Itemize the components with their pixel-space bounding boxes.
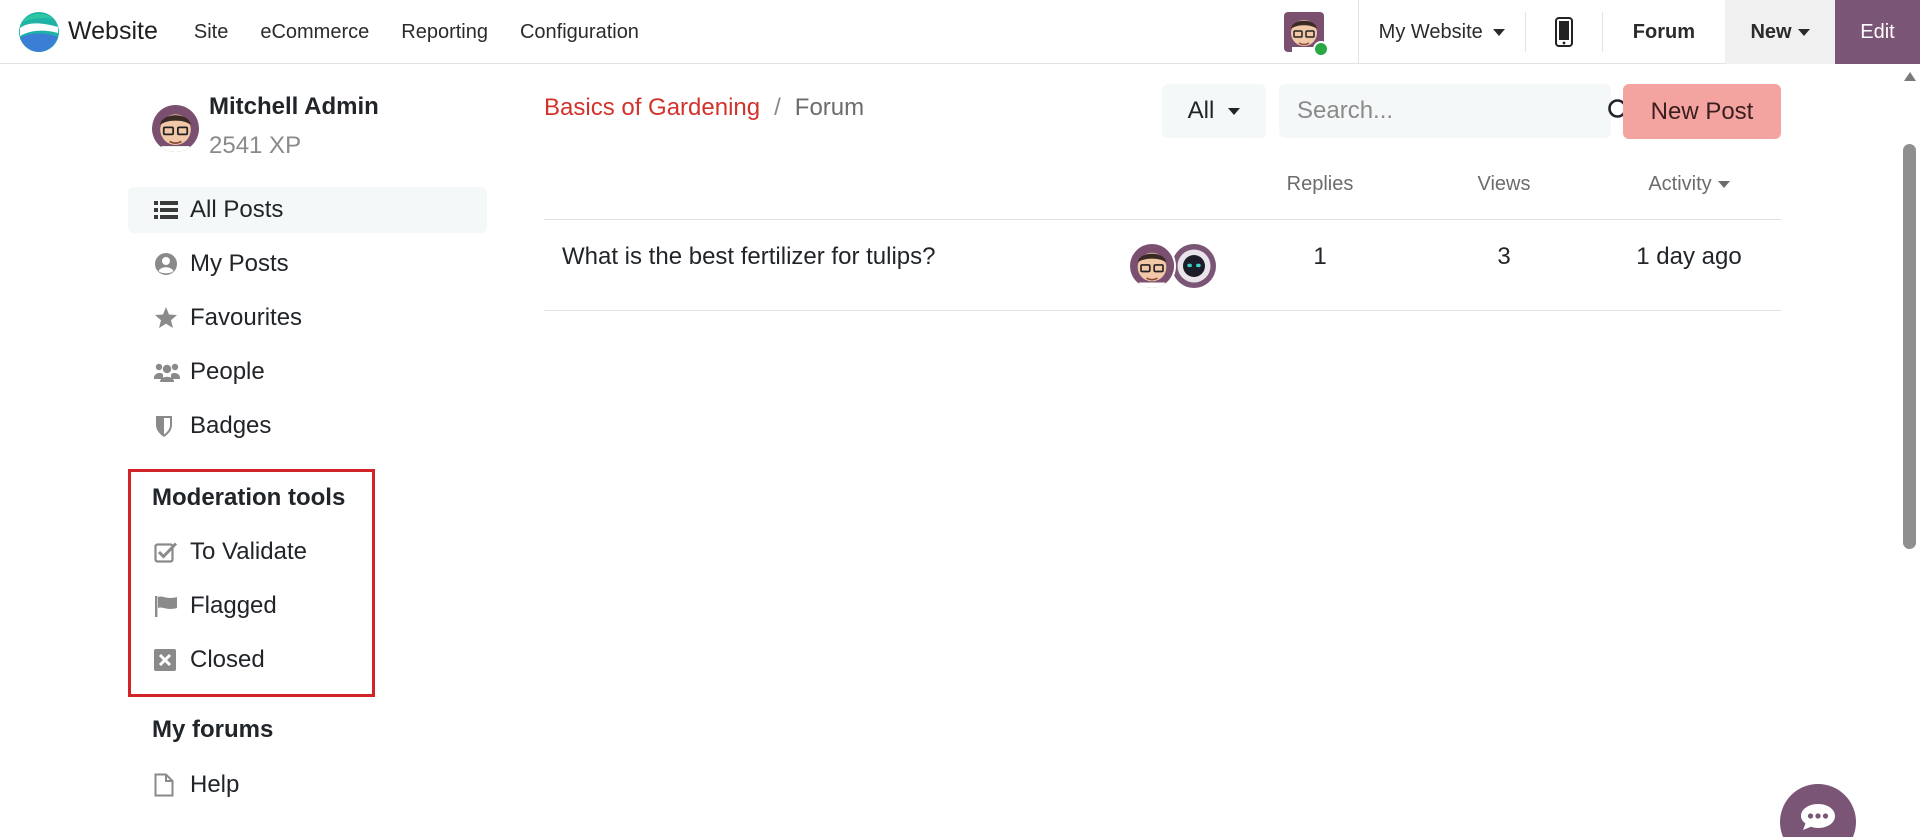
sidebar-item-my-posts[interactable]: My Posts xyxy=(128,241,487,287)
sidebar-item-badges[interactable]: Badges xyxy=(128,403,487,449)
list-icon xyxy=(154,197,180,223)
avatar xyxy=(1128,242,1176,290)
sidebar-item-closed[interactable]: Closed xyxy=(128,637,368,683)
website-selector-label: My Website xyxy=(1378,20,1483,43)
post-last-activity: 1 day ago xyxy=(1636,243,1742,270)
menu-reporting[interactable]: Reporting xyxy=(385,0,504,64)
user-name[interactable]: Mitchell Admin xyxy=(209,90,379,124)
shield-icon xyxy=(154,413,180,439)
column-header-views: Views xyxy=(1477,173,1531,195)
sidebar-item-forum-help[interactable]: Help xyxy=(128,762,487,808)
search-box xyxy=(1279,84,1633,138)
check-square-icon xyxy=(154,539,180,565)
sidebar-item-label: Closed xyxy=(190,646,265,673)
sidebar-item-label: All Posts xyxy=(190,196,284,223)
menu-site[interactable]: Site xyxy=(178,0,244,64)
website-logo-icon xyxy=(19,11,59,52)
website-selector[interactable]: My Website xyxy=(1359,0,1525,64)
sidebar-item-label: My Posts xyxy=(190,250,289,277)
post-replies-count: 1 xyxy=(1313,243,1327,270)
page-scrollbar[interactable] xyxy=(1900,64,1920,837)
moderation-tools-heading: Moderation tools xyxy=(152,484,346,511)
users-icon xyxy=(154,359,180,385)
sidebar-item-to-validate[interactable]: To Validate xyxy=(128,529,368,575)
brand[interactable]: Website xyxy=(18,0,178,64)
sidebar-item-favourites[interactable]: Favourites xyxy=(128,295,487,341)
column-header-replies: Replies xyxy=(1286,173,1354,195)
breadcrumb-parent-link[interactable]: Basics of Gardening xyxy=(544,94,760,122)
sidebar-item-people[interactable]: People xyxy=(128,349,487,395)
avatar xyxy=(1170,242,1218,290)
user-avatar-icon xyxy=(1130,244,1174,288)
top-navbar: Website Site eCommerce Reporting Configu… xyxy=(0,0,1920,64)
avatar xyxy=(152,105,199,152)
caret-down-icon xyxy=(1492,28,1505,36)
online-status-dot xyxy=(1312,41,1329,57)
menu-configuration[interactable]: Configuration xyxy=(504,0,655,64)
bot-avatar-icon xyxy=(1172,244,1216,288)
star-icon xyxy=(154,305,180,331)
new-post-button[interactable]: New Post xyxy=(1623,84,1781,139)
livechat-button[interactable] xyxy=(1780,784,1856,837)
mobile-preview-button[interactable] xyxy=(1526,0,1602,64)
caret-down-icon xyxy=(1228,107,1241,115)
breadcrumb-separator: / xyxy=(774,94,781,121)
scroll-up-icon[interactable] xyxy=(1904,72,1916,81)
search-input[interactable] xyxy=(1279,84,1607,138)
mobile-phone-icon xyxy=(1554,17,1573,47)
sidebar-item-label: Flagged xyxy=(190,592,277,619)
new-button[interactable]: New xyxy=(1725,0,1835,64)
menu-ecommerce[interactable]: eCommerce xyxy=(244,0,385,64)
post-participants xyxy=(1128,242,1220,290)
scrollbar-thumb[interactable] xyxy=(1903,144,1916,549)
breadcrumb: Basics of Gardening / Forum xyxy=(544,94,864,122)
table-divider xyxy=(544,219,1781,220)
column-header-activity[interactable]: Activity xyxy=(1622,173,1756,196)
filter-label: All xyxy=(1187,97,1215,124)
chat-bubble-icon xyxy=(1801,804,1835,830)
edit-button-label: Edit xyxy=(1860,20,1895,43)
edit-button[interactable]: Edit xyxy=(1835,0,1920,64)
caret-down-icon xyxy=(1797,28,1810,36)
sidebar-item-all-posts[interactable]: All Posts xyxy=(128,187,487,233)
navbar-right: My Website Forum New Edit xyxy=(1283,0,1920,64)
breadcrumb-current: Forum xyxy=(794,94,865,121)
sidebar-item-label: Favourites xyxy=(190,304,303,331)
post-title-link[interactable]: What is the best fertilizer for tulips? xyxy=(562,243,935,271)
sidebar-item-label: To Validate xyxy=(190,538,307,565)
user-xp: 2541 XP xyxy=(209,132,302,159)
sidebar-item-label: Help xyxy=(190,771,240,798)
app-name: Website xyxy=(68,17,158,45)
post-views-count: 3 xyxy=(1497,243,1511,270)
post-filter-dropdown[interactable]: All xyxy=(1162,84,1266,138)
forum-menu-button[interactable]: Forum xyxy=(1603,0,1725,64)
close-square-icon xyxy=(154,647,180,673)
user-circle-icon xyxy=(154,251,180,277)
user-profile[interactable]: Mitchell Admin 2541 XP xyxy=(152,90,379,166)
sidebar-item-label: Badges xyxy=(190,412,272,439)
my-forums-heading: My forums xyxy=(152,716,274,743)
flag-icon xyxy=(154,593,180,619)
sidebar-item-flagged[interactable]: Flagged xyxy=(128,583,368,629)
new-button-label: New xyxy=(1750,20,1792,43)
table-divider xyxy=(544,310,1781,311)
sidebar-item-label: People xyxy=(190,358,265,385)
file-icon xyxy=(154,772,180,798)
sort-caret-icon xyxy=(1717,181,1730,188)
user-avatar-icon xyxy=(152,105,199,152)
column-header-activity-label: Activity xyxy=(1648,173,1712,195)
profile-text: Mitchell Admin 2541 XP xyxy=(209,90,379,166)
user-avatar-menu[interactable] xyxy=(1283,12,1329,57)
